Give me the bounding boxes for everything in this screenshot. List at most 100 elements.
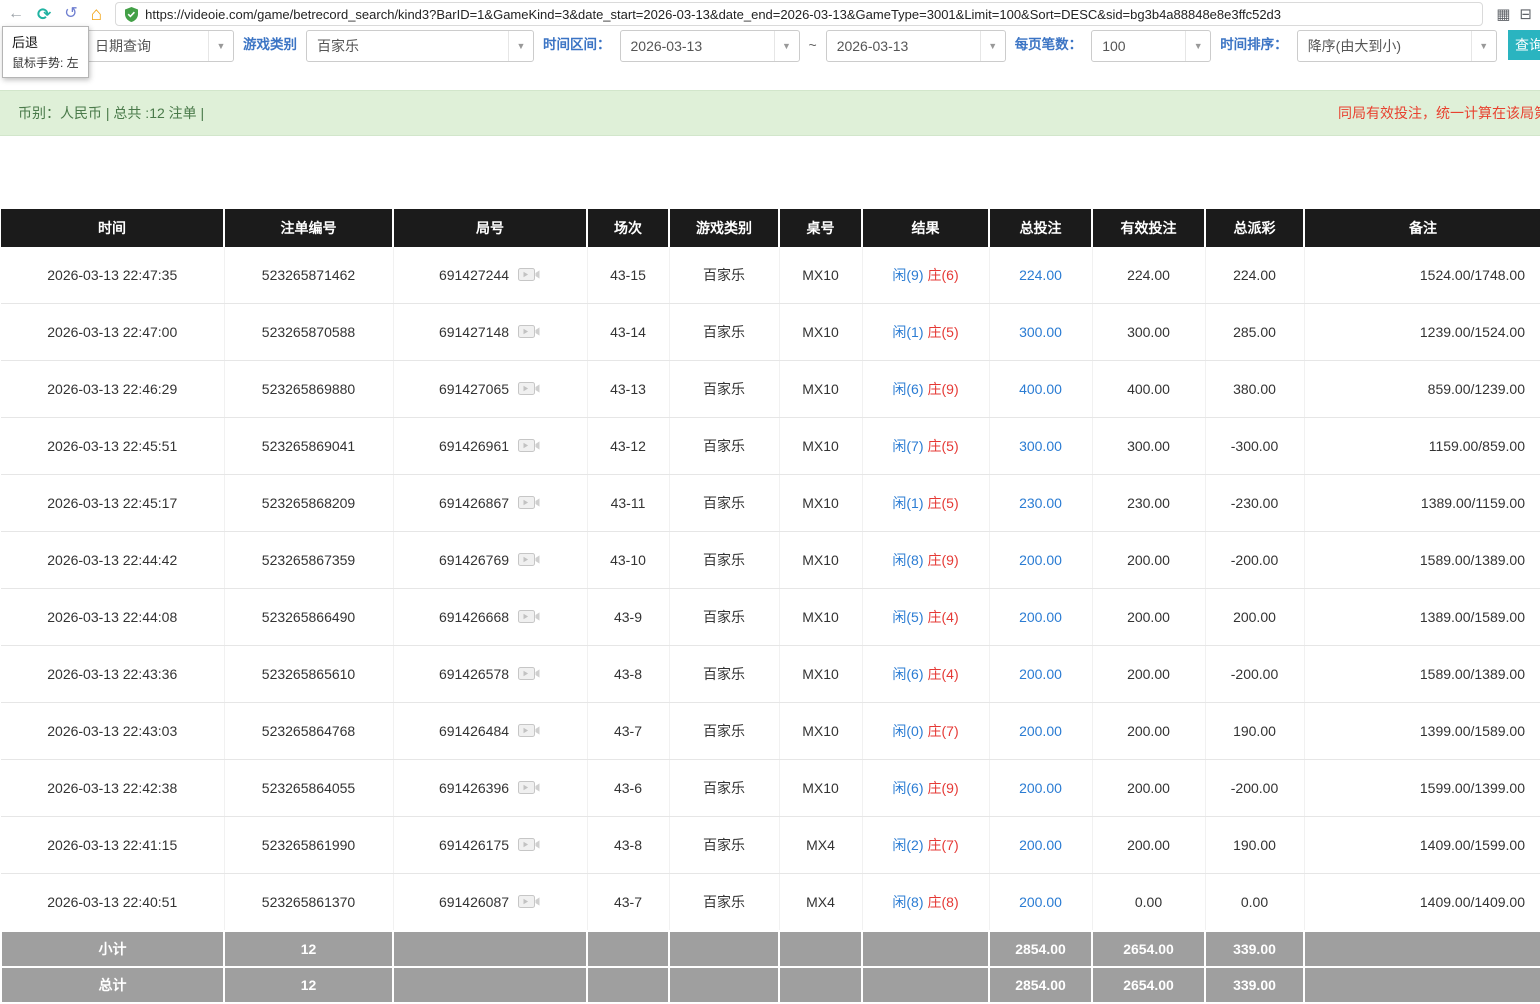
empty-cell (862, 931, 989, 967)
date-start-value: 2026-03-13 (621, 38, 774, 54)
cell-table-no: MX10 (779, 703, 862, 760)
table-row: 2026-03-13 22:42:38523265864055691426396… (1, 760, 1540, 817)
game-category-select[interactable]: 百家乐 ▼ (306, 30, 534, 62)
total-bet-link[interactable]: 230.00 (1019, 495, 1062, 511)
cell-round-id: 691426769 (393, 532, 587, 589)
cell-payout: -200.00 (1205, 760, 1304, 817)
cell-valid-bet: 200.00 (1092, 760, 1205, 817)
table-body: 2026-03-13 22:47:35523265871462691427244… (1, 247, 1540, 931)
video-icon[interactable] (517, 550, 541, 570)
empty-cell (862, 967, 989, 1003)
total-bet-link[interactable]: 300.00 (1019, 438, 1062, 454)
video-icon[interactable] (517, 892, 541, 912)
cell-result: 闲(8)庄(8) (862, 874, 989, 932)
cell-remark: 859.00/1239.00 (1304, 361, 1540, 418)
cell-table-no: MX10 (779, 589, 862, 646)
video-icon[interactable] (517, 607, 541, 627)
cell-session: 43-10 (587, 532, 669, 589)
table-row: 2026-03-13 22:43:03523265864768691426484… (1, 703, 1540, 760)
total-bet-link[interactable]: 200.00 (1019, 723, 1062, 739)
cell-remark: 1409.00/1409.00 (1304, 874, 1540, 932)
date-start-select[interactable]: 2026-03-13 ▼ (620, 30, 800, 62)
cell-round-id: 691426175 (393, 817, 587, 874)
table-row: 2026-03-13 22:45:51523265869041691426961… (1, 418, 1540, 475)
header-session: 场次 (587, 209, 669, 247)
cell-valid-bet: 200.00 (1092, 589, 1205, 646)
total-bet-link[interactable]: 200.00 (1019, 609, 1062, 625)
video-icon[interactable] (517, 379, 541, 399)
url-text[interactable]: https://videoie.com/game/betrecord_searc… (145, 7, 1281, 22)
round-id: 691426175 (439, 837, 509, 853)
cell-game-type: 百家乐 (669, 817, 779, 874)
result-banker: 庄(8) (928, 894, 959, 910)
round-id: 691426668 (439, 609, 509, 625)
date-query-select[interactable]: 日期查询 ▼ (84, 30, 234, 62)
video-icon[interactable] (517, 493, 541, 513)
search-button[interactable]: 查询 (1508, 30, 1540, 60)
result-player: 闲(0) (892, 723, 923, 739)
cell-result: 闲(6)庄(4) (862, 646, 989, 703)
chevron-down-icon: ▼ (980, 31, 1005, 61)
reload-icon[interactable]: ⟳ (37, 6, 51, 23)
video-icon[interactable] (517, 835, 541, 855)
cell-bet-id: 523265867359 (224, 532, 393, 589)
undo-icon[interactable]: ↺ (64, 6, 77, 22)
result-player: 闲(6) (892, 666, 923, 682)
total-bet-link[interactable]: 200.00 (1019, 552, 1062, 568)
cell-result: 闲(7)庄(5) (862, 418, 989, 475)
per-page-select[interactable]: 100 ▼ (1091, 30, 1211, 62)
back-tooltip: 后退 鼠标手势: 左 (2, 26, 89, 78)
cell-remark: 1589.00/1389.00 (1304, 532, 1540, 589)
sort-select[interactable]: 降序(由大到小) ▼ (1297, 30, 1497, 62)
cell-session: 43-11 (587, 475, 669, 532)
cell-total-bet: 200.00 (989, 646, 1092, 703)
sort-value: 降序(由大到小) (1298, 36, 1471, 56)
date-end-select[interactable]: 2026-03-13 ▼ (826, 30, 1006, 62)
cell-bet-id: 523265861370 (224, 874, 393, 932)
subtotal-total-bet: 2854.00 (989, 931, 1092, 967)
total-row: 总计 12 2854.00 2654.00 339.00 (1, 967, 1540, 1003)
filter-toolbar: 日期查询 ▼ 游戏类别 百家乐 ▼ 时间区间： 2026-03-13 ▼ ~ 2… (0, 28, 1540, 90)
panel-icon[interactable]: ⊟ (1519, 7, 1532, 22)
cell-table-no: MX10 (779, 418, 862, 475)
total-bet-link[interactable]: 200.00 (1019, 666, 1062, 682)
total-bet-link[interactable]: 200.00 (1019, 780, 1062, 796)
total-bet-link[interactable]: 300.00 (1019, 324, 1062, 340)
cell-valid-bet: 400.00 (1092, 361, 1205, 418)
subtotal-payout: 339.00 (1205, 931, 1304, 967)
apps-grid-icon[interactable]: ▦ (1496, 7, 1510, 22)
cell-total-bet: 200.00 (989, 760, 1092, 817)
chevron-down-icon: ▼ (774, 31, 799, 61)
cell-table-no: MX10 (779, 304, 862, 361)
result-player: 闲(1) (892, 495, 923, 511)
total-valid-bet: 2654.00 (1092, 967, 1205, 1003)
video-icon[interactable] (517, 664, 541, 684)
table-row: 2026-03-13 22:44:08523265866490691426668… (1, 589, 1540, 646)
chevron-down-icon: ▼ (1185, 31, 1210, 61)
cell-payout: -300.00 (1205, 418, 1304, 475)
security-shield-icon (125, 7, 138, 22)
cell-game-type: 百家乐 (669, 475, 779, 532)
cell-total-bet: 224.00 (989, 247, 1092, 304)
total-bet-link[interactable]: 200.00 (1019, 894, 1062, 910)
address-bar[interactable]: https://videoie.com/game/betrecord_searc… (115, 2, 1483, 26)
video-icon[interactable] (517, 778, 541, 798)
total-bet-link[interactable]: 200.00 (1019, 837, 1062, 853)
back-icon[interactable]: ← (8, 6, 24, 22)
result-banker: 庄(9) (928, 780, 959, 796)
video-icon[interactable] (517, 322, 541, 342)
cell-payout: -200.00 (1205, 646, 1304, 703)
total-bet-link[interactable]: 400.00 (1019, 381, 1062, 397)
total-bet-link[interactable]: 224.00 (1019, 267, 1062, 283)
cell-session: 43-8 (587, 646, 669, 703)
video-icon[interactable] (517, 265, 541, 285)
total-label: 总计 (1, 967, 224, 1003)
header-remark: 备注 (1304, 209, 1540, 247)
header-game-type: 游戏类别 (669, 209, 779, 247)
cell-result: 闲(1)庄(5) (862, 475, 989, 532)
table-row: 2026-03-13 22:47:00523265870588691427148… (1, 304, 1540, 361)
video-icon[interactable] (517, 436, 541, 456)
home-icon[interactable]: ⌂ (91, 5, 102, 24)
result-player: 闲(8) (892, 552, 923, 568)
video-icon[interactable] (517, 721, 541, 741)
